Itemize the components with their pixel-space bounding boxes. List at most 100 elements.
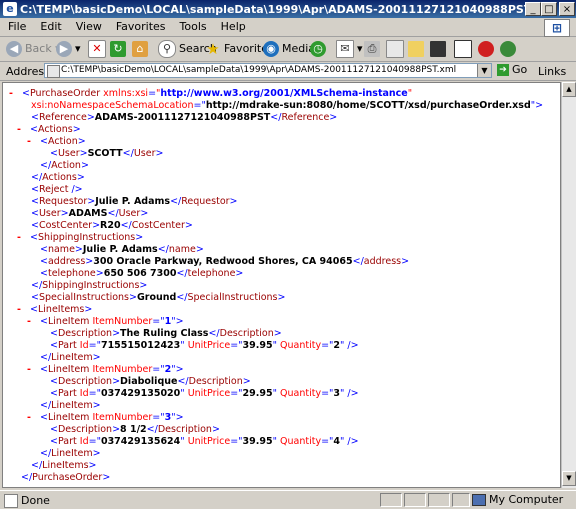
address-bar: Address C:\TEMP\basicDemo\LOCAL\sampleDa…	[0, 62, 576, 91]
tool-button-3[interactable]	[500, 40, 519, 58]
xml-line-item3-close: </LineItem>	[40, 448, 101, 459]
go-button[interactable]: ➔ Go	[497, 63, 527, 76]
history-button[interactable]: ◷	[310, 40, 329, 58]
collapse-toggle[interactable]: -	[17, 124, 27, 136]
links-label: Links	[538, 65, 567, 78]
status-panel-4	[452, 493, 470, 507]
refresh-button[interactable]: ↻	[110, 40, 129, 58]
menu-favorites[interactable]: Favorites	[108, 18, 172, 33]
xml-line-item2-part: <Part Id="037429135020" UnitPrice="29.95…	[50, 388, 359, 399]
xml-line-actions-close: </Actions>	[31, 172, 85, 183]
menu-edit[interactable]: Edit	[32, 18, 67, 33]
home-button[interactable]: ⌂	[132, 40, 151, 58]
print-icon: ⎙	[364, 41, 380, 57]
windows-logo-icon: ⊞	[544, 19, 570, 37]
menu-help[interactable]: Help	[213, 18, 252, 33]
xml-line-action-user: <User>SCOTT</User>	[50, 148, 164, 159]
collapse-toggle[interactable]: -	[27, 316, 37, 328]
document-icon	[454, 40, 472, 58]
xml-line-ship-name: <name>Julie P. Adams</name>	[40, 244, 204, 255]
refresh-icon: ↻	[110, 41, 126, 57]
back-label: Back	[25, 42, 52, 55]
stop-button[interactable]: ✕	[88, 40, 109, 58]
xml-line-costcenter: <CostCenter>R20</CostCenter>	[31, 220, 193, 231]
collapse-toggle[interactable]: -	[17, 232, 27, 244]
xml-line-lineitems-open: - <LineItems>	[17, 304, 93, 316]
xml-line-item1-open: - <LineItem ItemNumber="1">	[27, 316, 184, 328]
xml-line-item3-open: - <LineItem ItemNumber="3">	[27, 412, 184, 424]
menu-tools[interactable]: Tools	[172, 18, 213, 33]
collapse-toggle[interactable]: -	[9, 88, 19, 100]
favorites-star-icon: ★	[206, 40, 220, 58]
title-bar: e C:\TEMP\basicDemo\LOCAL\sampleData\199…	[0, 0, 576, 18]
security-zone: My Computer	[472, 493, 563, 506]
xml-line-requestor: <Requestor>Julie P. Adams</Requestor>	[31, 196, 238, 207]
folder-button[interactable]	[408, 40, 427, 58]
ie-icon: e	[3, 2, 17, 16]
xml-line-root-close: </PurchaseOrder>	[21, 472, 111, 483]
toolbar: ◀Back ▾ ▶▾ ✕ ↻ ⌂ ⚲Search ★Favorites ◉Med…	[0, 37, 576, 62]
collapse-toggle[interactable]: -	[27, 364, 37, 376]
badge-icon	[478, 41, 494, 57]
go-arrow-icon: ➔	[497, 64, 509, 76]
mail-icon: ✉	[336, 40, 354, 58]
status-panel-3	[428, 493, 450, 507]
close-button[interactable]: ×	[559, 2, 575, 16]
scroll-down-icon[interactable]: ▼	[562, 471, 576, 486]
xml-line-lineitems-close: </LineItems>	[31, 460, 97, 471]
minimize-button[interactable]: _	[525, 2, 541, 16]
status-label: Done	[21, 494, 50, 507]
page-icon	[47, 65, 60, 78]
address-dropdown-icon[interactable]: ▼	[477, 64, 491, 77]
collapse-toggle[interactable]: -	[17, 304, 27, 316]
media-button[interactable]: ◉ Media	[263, 40, 315, 58]
vertical-scrollbar[interactable]: ▲ ▼	[561, 82, 576, 488]
xml-line-item3-desc: <Description>8 1/2</Description>	[50, 424, 220, 435]
forward-arrow-icon: ▶	[56, 41, 72, 57]
xml-line-item1-close: </LineItem>	[40, 352, 101, 363]
address-input[interactable]: C:\TEMP\basicDemo\LOCAL\sampleData\1999\…	[44, 63, 492, 78]
menu-view[interactable]: View	[68, 18, 108, 33]
home-icon: ⌂	[132, 41, 148, 57]
back-button[interactable]: ◀Back ▾	[6, 40, 61, 58]
xml-line-item2-close: </LineItem>	[40, 400, 101, 411]
menu-bar: File Edit View Favorites Tools Help ⊞	[0, 18, 576, 37]
xml-line-ship-address: <address>300 Oracle Parkway, Redwood Sho…	[40, 256, 410, 267]
edit-icon	[386, 40, 404, 58]
edit-button[interactable]	[386, 40, 407, 58]
search-icon: ⚲	[158, 40, 176, 58]
page-status-icon	[4, 494, 18, 508]
back-arrow-icon: ◀	[6, 41, 22, 57]
maximize-button[interactable]: □	[541, 2, 557, 16]
scroll-up-icon[interactable]: ▲	[562, 82, 576, 97]
menu-file[interactable]: File	[0, 18, 32, 33]
messenger-icon	[430, 41, 446, 57]
window-title: C:\TEMP\basicDemo\LOCAL\sampleData\1999\…	[20, 3, 557, 16]
people-icon	[500, 41, 516, 57]
content-pane[interactable]: - <PurchaseOrder xmlns:xsi="http://www.w…	[2, 82, 561, 488]
stop-icon: ✕	[88, 40, 106, 58]
xml-line-ship-telephone: <telephone>650 506 7300</telephone>	[40, 268, 244, 279]
collapse-toggle[interactable]: -	[27, 136, 37, 148]
xml-line-reference: <Reference>ADAMS-20011127121040988PST</R…	[31, 112, 338, 123]
zone-label: My Computer	[489, 493, 564, 506]
computer-icon	[472, 494, 486, 506]
status-text: Done	[4, 494, 50, 508]
xml-line-item1-part: <Part Id="715515012423" UnitPrice="39.95…	[50, 340, 359, 351]
address-value: C:\TEMP\basicDemo\LOCAL\sampleData\1999\…	[61, 65, 457, 75]
xml-line-shipping-open: - <ShippingInstructions>	[17, 232, 144, 244]
forward-button[interactable]: ▶ ▾	[56, 40, 81, 58]
xml-line-reject: <Reject />	[31, 184, 83, 195]
tool-button-2[interactable]	[478, 40, 497, 58]
print-button[interactable]: ⎙	[364, 40, 383, 58]
collapse-toggle[interactable]: -	[27, 412, 37, 424]
xml-line-user: <User>ADAMS</User>	[31, 208, 149, 219]
media-icon: ◉	[263, 41, 279, 57]
status-panel-1	[380, 493, 402, 507]
xml-line-item2-desc: <Description>Diabolique</Description>	[50, 376, 251, 387]
tool-button-1[interactable]	[454, 40, 475, 58]
mail-button[interactable]: ✉ ▾	[336, 40, 363, 58]
xml-line-schema: xsi:noNamespaceSchemaLocation="http://md…	[31, 100, 544, 111]
messenger-button[interactable]	[430, 40, 449, 58]
xml-line-item1-desc: <Description>The Ruling Class</Descripti…	[50, 328, 282, 339]
